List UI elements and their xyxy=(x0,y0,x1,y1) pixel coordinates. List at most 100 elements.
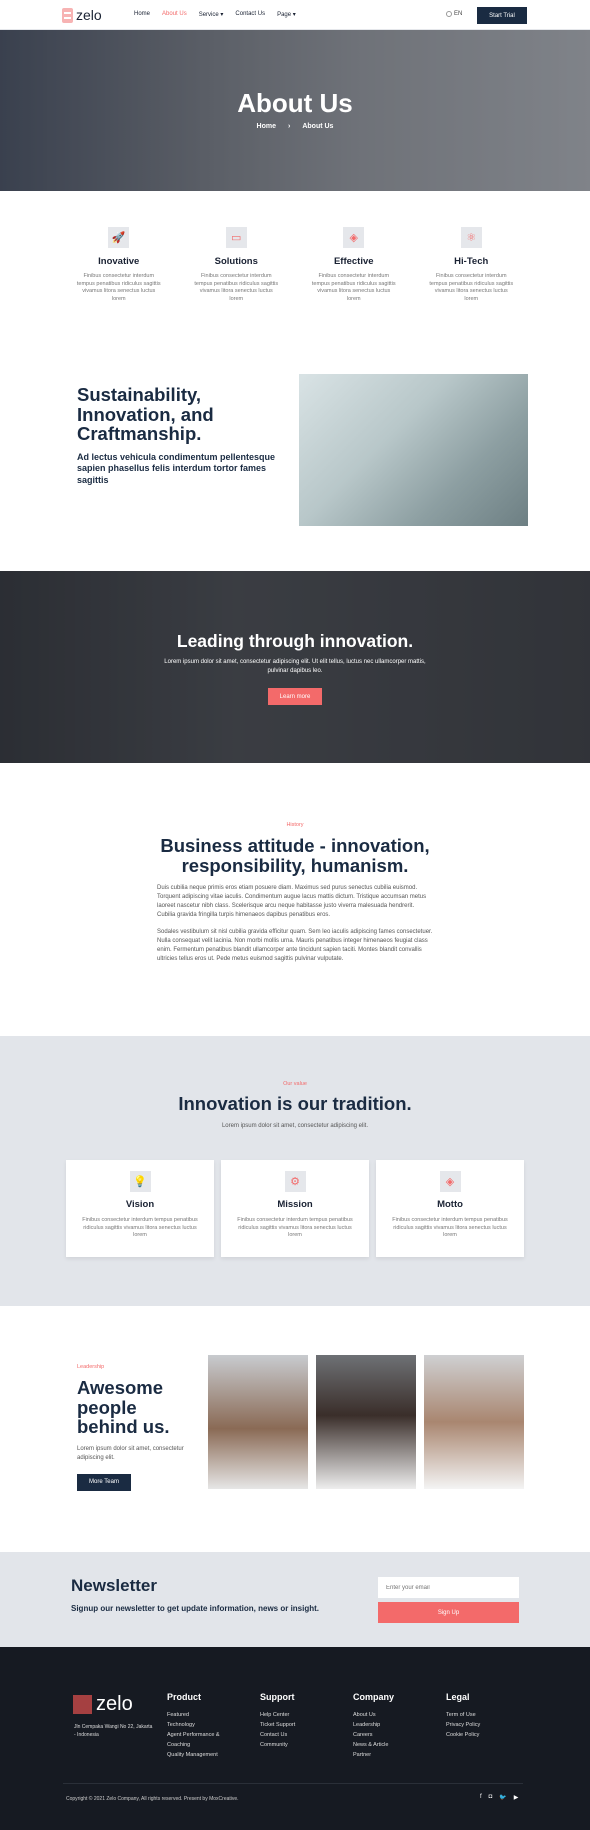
section-text: Lorem ipsum dolor sit amet, consectetur … xyxy=(77,1445,184,1461)
navbar: zelo Home About Us Service ▾ Contact Us … xyxy=(0,0,590,30)
section-subtitle: Lorem ipsum dolor sit amet, consectetur … xyxy=(221,1123,369,1129)
footer-link[interactable]: Agent Performance & Coaching xyxy=(167,1730,227,1750)
social-links: f ◘ 🐦 ▶ xyxy=(480,1794,518,1801)
team-photos xyxy=(208,1355,524,1489)
value-card: ⚙ Mission Finibus consectetur interdum tem… xyxy=(221,1160,369,1257)
footer-link[interactable]: Ticket Support xyxy=(260,1720,320,1730)
band-heading: Leading through innovation. xyxy=(176,631,414,651)
chevron-right-icon: › xyxy=(288,123,291,130)
feature-text: Finibus consectetur interdum tempus pena… xyxy=(429,273,514,302)
section-heading: Business attitude - innovation, responsi… xyxy=(160,835,430,876)
footer-col-support: Support Help Center Ticket Support Contact… xyxy=(260,1692,320,1750)
rocket-icon: 🚀 xyxy=(108,227,130,248)
youtube-icon[interactable]: ▶ xyxy=(514,1794,519,1801)
layers-icon: ◈ xyxy=(439,1171,461,1192)
footer-link[interactable]: About Us xyxy=(353,1710,413,1720)
start-trial-button[interactable]: Start Trial xyxy=(477,7,527,24)
language-selector[interactable]: EN xyxy=(446,11,462,17)
briefcase-icon: ▭ xyxy=(225,227,247,248)
page-title: About Us xyxy=(237,88,353,118)
feature-item: ◈ Effective Finibus consectetur interdum t… xyxy=(295,227,413,303)
sustainability-section: Sustainability, Innovation, and Craftman… xyxy=(77,385,297,486)
values-section: Our value Innovation is our tradition. L… xyxy=(0,1036,590,1306)
leadership-section: Leadership Awesome people behind us. Lor… xyxy=(77,1364,197,1491)
footer-link[interactable]: Cookie Policy xyxy=(446,1730,506,1740)
address: Jln Cempaka Wangi No 22, Jakarta - Indon… xyxy=(74,1724,153,1738)
footer-link[interactable]: Community xyxy=(260,1740,320,1750)
history-paragraph: Duis cubilia neque primis eros etiam pos… xyxy=(157,885,427,918)
footer-link[interactable]: Partner xyxy=(353,1750,413,1760)
gear-icon: ⚙ xyxy=(284,1171,306,1192)
logo-text: zelo xyxy=(76,7,102,23)
footer-link[interactable]: Help Center xyxy=(260,1710,320,1720)
chevron-down-icon: ▾ xyxy=(220,12,224,18)
col-title: Company xyxy=(353,1692,395,1702)
section-heading: Sustainability, Innovation, and Craftman… xyxy=(77,384,214,444)
nav-service[interactable]: Service ▾ xyxy=(199,11,224,18)
breadcrumb-home[interactable]: Home xyxy=(257,123,276,130)
footer-link[interactable]: Technology xyxy=(167,1720,227,1730)
logo[interactable]: zelo xyxy=(62,7,102,23)
main-menu: Home About Us Service ▾ Contact Us Page … xyxy=(134,11,296,18)
nav-page[interactable]: Page ▾ xyxy=(277,11,296,18)
section-heading: Innovation is our tradition. xyxy=(178,1093,412,1114)
footer-link[interactable]: Leadership xyxy=(353,1720,413,1730)
col-title: Product xyxy=(167,1692,202,1702)
history-paragraph: Sodales vestibulum sit nisl cubilia grav… xyxy=(157,929,433,962)
footer-link[interactable]: Featured xyxy=(167,1710,227,1720)
nav-home[interactable]: Home xyxy=(134,11,150,18)
footer-link[interactable]: Privacy Policy xyxy=(446,1720,506,1730)
section-tag: Our value xyxy=(283,1081,307,1087)
col-title: Support xyxy=(260,1692,295,1702)
email-input[interactable] xyxy=(378,1577,519,1598)
feature-item: ⚛ Hi-Tech Finibus consectetur interdum tem… xyxy=(413,227,531,303)
features: 🚀 Inovative Finibus consectetur interdum t… xyxy=(60,227,530,303)
lightbulb-icon: 💡 xyxy=(129,1171,151,1192)
logo-text: zelo xyxy=(96,1693,133,1715)
card-title: Motto xyxy=(437,1199,463,1210)
card-text: Finibus consectetur interdum tempus pena… xyxy=(82,1217,198,1238)
instagram-icon[interactable]: ◘ xyxy=(489,1794,493,1801)
footer-col-company: Company About Us Leadership Careers News & … xyxy=(353,1692,413,1760)
footer-link[interactable]: Quality Management xyxy=(167,1750,227,1760)
feature-item: ▭ Solutions Finibus consectetur interdum t… xyxy=(178,227,296,303)
footer-col-product: Product Featured Technology Agent Performa… xyxy=(167,1692,227,1760)
feature-text: Finibus consectetur interdum tempus pena… xyxy=(194,273,279,302)
card-text: Finibus consectetur interdum tempus pena… xyxy=(237,1217,353,1238)
nav-about[interactable]: About Us xyxy=(162,11,187,18)
learn-more-button[interactable]: Learn more xyxy=(268,688,322,705)
twitter-icon[interactable]: 🐦 xyxy=(499,1794,506,1801)
innovation-band: Leading through innovation. Lorem ipsum … xyxy=(0,571,590,763)
section-heading: Awesome people behind us. xyxy=(77,1377,170,1437)
newsletter-heading: Newsletter xyxy=(71,1576,157,1595)
logo-icon xyxy=(73,1695,92,1714)
footer: zelo Jln Cempaka Wangi No 22, Jakarta - … xyxy=(0,1647,590,1830)
newsletter-text: Signup our newsletter to get update info… xyxy=(71,1604,320,1613)
footer-link[interactable]: Term of Use xyxy=(446,1710,506,1720)
footer-col-legal: Legal Term of Use Privacy Policy Cookie Po… xyxy=(446,1692,506,1740)
facebook-icon[interactable]: f xyxy=(480,1794,482,1801)
newsletter-section: Newsletter Signup our newsletter to get … xyxy=(0,1552,590,1647)
more-team-button[interactable]: More Team xyxy=(77,1473,131,1491)
lang-label: EN xyxy=(454,11,463,17)
copyright: Copyright © 2021 Zelo Company, All right… xyxy=(66,1796,239,1802)
card-text: Finibus consectetur interdum tempus pena… xyxy=(392,1217,508,1238)
footer-link[interactable]: News & Article xyxy=(353,1740,413,1750)
feature-title: Solutions xyxy=(214,256,258,267)
office-photo xyxy=(299,374,528,526)
feature-item: 🚀 Inovative Finibus consectetur interdum t… xyxy=(60,227,178,303)
footer-link[interactable]: Contact Us xyxy=(260,1730,320,1740)
nav-contact[interactable]: Contact Us xyxy=(235,11,265,18)
footer-link[interactable]: Careers xyxy=(353,1730,413,1740)
card-title: Mission xyxy=(277,1199,313,1210)
section-tag: History xyxy=(286,822,304,828)
breadcrumb-current: About Us xyxy=(302,123,334,130)
band-text: Lorem ipsum dolor sit amet, consectetur … xyxy=(164,659,426,674)
feature-text: Finibus consectetur interdum tempus pena… xyxy=(76,273,161,302)
feature-text: Finibus consectetur interdum tempus pena… xyxy=(311,273,396,302)
feature-title: Inovative xyxy=(98,256,140,267)
sign-up-button[interactable]: Sign Up xyxy=(378,1602,519,1623)
footer-logo[interactable]: zelo xyxy=(73,1693,133,1716)
history-section: History Business attitude - innovation, … xyxy=(157,822,433,964)
atom-icon: ⚛ xyxy=(460,227,482,248)
